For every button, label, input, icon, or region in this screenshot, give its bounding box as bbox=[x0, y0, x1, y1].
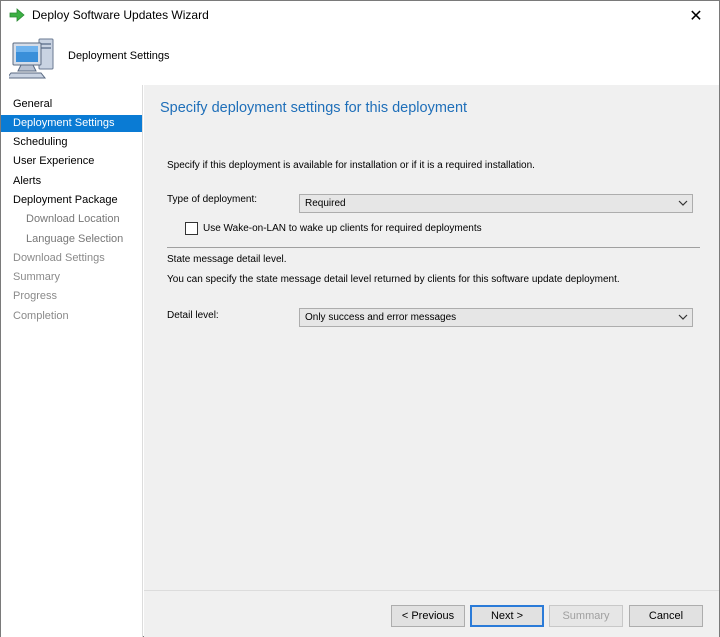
summary-button[interactable]: Summary bbox=[549, 605, 623, 627]
main-pane: Specify deployment settings for this dep… bbox=[144, 85, 719, 590]
close-button[interactable]: ✕ bbox=[673, 1, 719, 30]
close-icon: ✕ bbox=[689, 7, 703, 25]
state-message-description: You can specify the state message detail… bbox=[167, 274, 620, 285]
wake-on-lan-label[interactable]: Use Wake-on-LAN to wake up clients for r… bbox=[203, 223, 482, 234]
detail-level-dropdown[interactable]: Only success and error messages bbox=[299, 308, 693, 327]
detail-level-value: Only success and error messages bbox=[305, 312, 457, 323]
nav-item-user-experience[interactable]: User Experience bbox=[1, 153, 142, 170]
page-heading: Specify deployment settings for this dep… bbox=[160, 100, 468, 116]
nav-item-general[interactable]: General bbox=[1, 96, 142, 113]
nav-item-alerts[interactable]: Alerts bbox=[1, 173, 142, 190]
nav-item-download-location[interactable]: Download Location bbox=[1, 211, 142, 228]
wake-on-lan-checkbox[interactable] bbox=[185, 222, 198, 235]
intro-text: Specify if this deployment is available … bbox=[167, 160, 535, 171]
wizard-window: Deploy Software Updates Wizard ✕ Deploym… bbox=[0, 0, 720, 637]
type-of-deployment-label: Type of deployment: bbox=[167, 194, 258, 205]
nav-item-deployment-settings[interactable]: Deployment Settings bbox=[1, 115, 142, 132]
green-arrow-icon bbox=[9, 8, 25, 22]
header-banner: Deployment Settings bbox=[1, 30, 719, 85]
section-divider bbox=[167, 247, 700, 248]
window-title: Deploy Software Updates Wizard bbox=[32, 8, 209, 22]
chevron-down-icon bbox=[678, 200, 688, 206]
nav-item-summary[interactable]: Summary bbox=[1, 269, 142, 286]
type-of-deployment-dropdown[interactable]: Required bbox=[299, 194, 693, 213]
wizard-footer: < Previous Next > Summary Cancel bbox=[144, 590, 719, 637]
state-message-heading: State message detail level. bbox=[167, 254, 287, 265]
previous-button[interactable]: < Previous bbox=[391, 605, 465, 627]
computer-icon bbox=[9, 38, 54, 79]
nav-item-language-selection[interactable]: Language Selection bbox=[1, 231, 142, 248]
nav-item-deployment-package[interactable]: Deployment Package bbox=[1, 192, 142, 209]
banner-title: Deployment Settings bbox=[68, 50, 170, 62]
nav-item-download-settings[interactable]: Download Settings bbox=[1, 250, 142, 267]
nav-item-progress[interactable]: Progress bbox=[1, 288, 142, 305]
chevron-down-icon bbox=[678, 314, 688, 320]
wizard-nav: General Deployment Settings Scheduling U… bbox=[1, 85, 143, 637]
next-button[interactable]: Next > bbox=[470, 605, 544, 627]
nav-item-scheduling[interactable]: Scheduling bbox=[1, 134, 142, 151]
type-of-deployment-value: Required bbox=[305, 198, 346, 209]
title-bar: Deploy Software Updates Wizard ✕ bbox=[1, 1, 719, 30]
nav-item-completion[interactable]: Completion bbox=[1, 308, 142, 325]
cancel-button[interactable]: Cancel bbox=[629, 605, 703, 627]
detail-level-label: Detail level: bbox=[167, 310, 219, 321]
